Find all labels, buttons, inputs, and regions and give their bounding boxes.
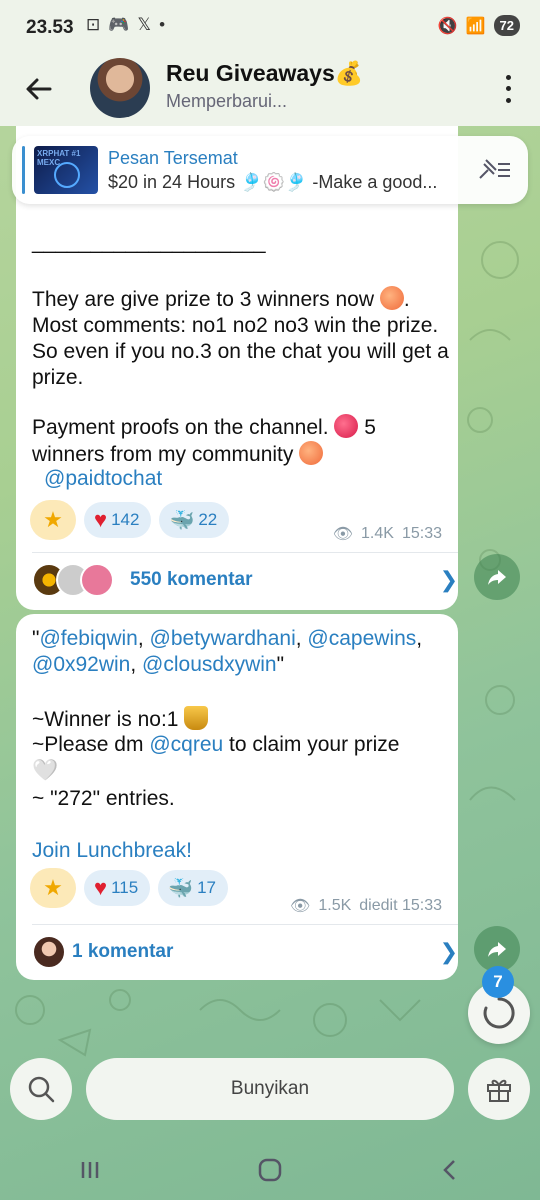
system-navigation-bar: [0, 1140, 540, 1200]
status-bar: 23.53 ⊡ 🎮 𝕏 • 🔇 📶 72: [0, 0, 540, 56]
heart-icon: ♥: [94, 507, 108, 532]
whale-reaction[interactable]: 🐳 22: [159, 502, 230, 538]
avatar: [32, 935, 66, 969]
pinned-message-bar[interactable]: XRPHAT #1 MEXC Pesan Tersemat $20 in 24 …: [12, 136, 528, 204]
winner-mentions: "@febiqwin, @betywardhani, @capewins, @0…: [32, 627, 423, 676]
pinned-preview: $20 in 24 Hours 🎐🍥🎐 -Make a good...: [108, 172, 438, 192]
search-button[interactable]: [10, 1058, 72, 1120]
unmute-button[interactable]: Bunyikan: [86, 1058, 454, 1120]
mute-status-icon: 🔇: [437, 17, 458, 35]
commenter-avatars: [32, 935, 66, 969]
notification-icons: ⊡ 🎮 𝕏 •: [86, 15, 165, 35]
trophy-emoji: [184, 706, 209, 730]
channel-status: Memperbarui...: [166, 91, 288, 111]
chevron-right-icon: ❯: [439, 939, 458, 964]
message-meta: 👁 1.5K diedit 15:33: [290, 896, 442, 916]
back-nav-icon[interactable]: [435, 1158, 465, 1182]
x-app-icon: 𝕏: [137, 15, 152, 34]
search-icon: [28, 1076, 55, 1103]
heart-reaction[interactable]: ♥ 115: [84, 870, 151, 906]
share-arrow-icon: [488, 942, 506, 957]
reactions-row: ★ ♥ 142 🐳 22: [30, 500, 230, 540]
reactions-row: ★ ♥ 115 🐳 17: [30, 868, 228, 908]
whale-reaction[interactable]: 🐳 17: [158, 870, 228, 906]
battery-icon: 72: [493, 15, 520, 36]
channel-avatar[interactable]: [90, 58, 150, 118]
dot-icon: •: [159, 15, 166, 34]
wifi-icon: 📶: [465, 17, 486, 35]
paidtochat-link[interactable]: @paidtochat: [44, 466, 464, 492]
join-lunchbreak-link[interactable]: Join Lunchbreak!: [32, 838, 452, 864]
star-reaction-icon[interactable]: ★: [30, 500, 76, 540]
star-reaction-icon[interactable]: ★: [30, 868, 76, 908]
message-time: 15:33: [401, 525, 442, 542]
message-paragraph: Payment proofs on the channel. 5 winners…: [32, 414, 376, 466]
share-arrow-icon: [488, 570, 506, 585]
back-arrow-icon[interactable]: [22, 72, 56, 106]
cqreu-link[interactable]: @cqreu: [149, 733, 223, 756]
screenshot-icon: ⊡: [86, 15, 101, 34]
home-icon[interactable]: [255, 1158, 285, 1182]
entries-line: ~ "272" entries.: [32, 787, 175, 810]
clock: 23.53: [26, 17, 74, 38]
separator-line: ____________________: [32, 231, 266, 254]
message-meta: 👁 1.4K 15:33: [333, 524, 442, 544]
message-paragraph: They are give prize to 3 winners now . M…: [32, 286, 449, 389]
heart-reaction[interactable]: ♥ 142: [84, 502, 152, 538]
eye-icon: 👁: [290, 898, 311, 915]
chat-header: Reu Giveaways💰 Memperbarui...: [0, 56, 540, 126]
view-count: 1.4K: [361, 525, 394, 542]
system-icons: 🔇 📶 72: [438, 15, 520, 36]
whale-icon: 🐳: [168, 877, 194, 900]
divider: [32, 924, 458, 925]
message-edited-time: diedit 15:33: [359, 897, 442, 914]
claim-line: ~Please dm @cqreu to claim your prize 🤍: [32, 733, 400, 782]
gift-button[interactable]: [468, 1058, 530, 1120]
view-count: 1.5K: [318, 897, 352, 914]
strawberry-emoji: [334, 414, 359, 438]
gift-icon: [487, 1079, 511, 1102]
game-icon: 🎮: [108, 15, 130, 34]
cat-heart-eyes-emoji: [379, 286, 404, 310]
more-options-icon[interactable]: [498, 72, 518, 106]
pinned-title: Pesan Tersemat: [108, 148, 238, 168]
whale-icon: 🐳: [169, 509, 195, 532]
pinned-indicator: [22, 146, 25, 194]
chevron-right-icon: ❯: [439, 567, 458, 592]
message-bubble[interactable]: "@febiqwin, @betywardhani, @capewins, @0…: [16, 614, 458, 980]
comments-label: 550 komentar: [130, 569, 253, 590]
recent-apps-icon[interactable]: [75, 1158, 105, 1182]
pinned-list-icon[interactable]: [476, 156, 512, 184]
unread-count-badge: 7: [482, 966, 514, 998]
comments-label: 1 komentar: [72, 941, 174, 962]
pinned-thumbnail: XRPHAT #1 MEXC: [34, 146, 98, 194]
share-button[interactable]: [474, 554, 520, 600]
comments-button[interactable]: 550 komentar ❯: [32, 560, 458, 600]
heart-icon: ♥: [94, 875, 108, 900]
winner-line: ~Winner is no:1: [32, 706, 452, 733]
commenter-avatars: [32, 563, 114, 597]
avatar: [80, 563, 114, 597]
eye-icon: 👁: [332, 526, 354, 543]
channel-title[interactable]: Reu Giveaways💰: [166, 60, 363, 87]
divider: [32, 552, 458, 553]
cat-heart-eyes-emoji: [299, 441, 324, 465]
comments-button[interactable]: 1 komentar ❯: [32, 932, 458, 972]
white-heart-emoji: 🤍: [32, 759, 59, 782]
